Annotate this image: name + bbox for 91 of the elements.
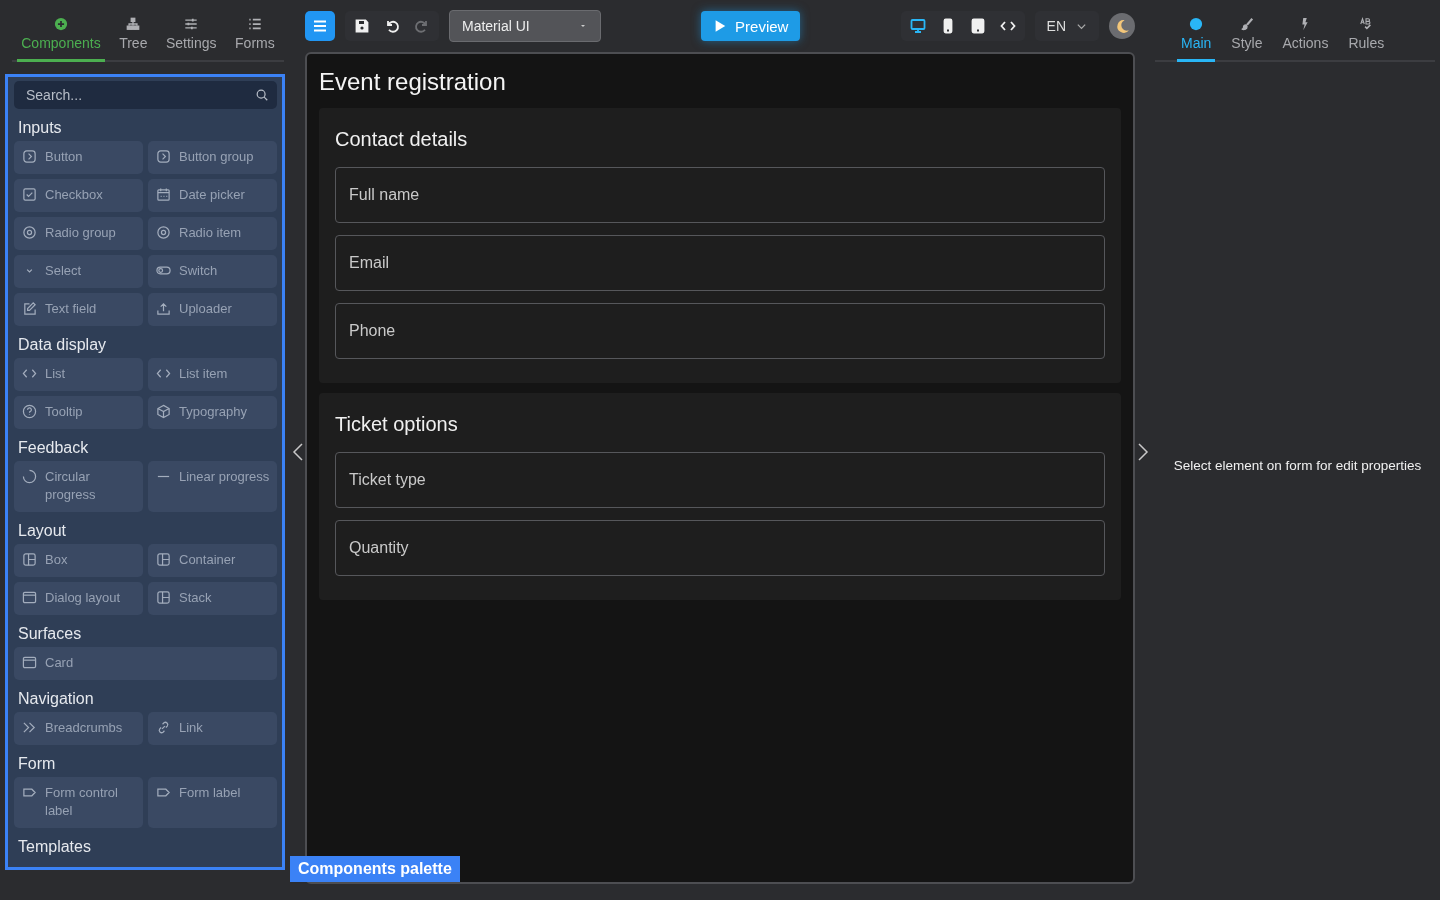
component-item[interactable]: Checkbox: [14, 179, 143, 212]
component-item[interactable]: Dialog layout: [14, 582, 143, 615]
double-chevron-icon: [22, 720, 37, 735]
text-field[interactable]: Email: [335, 235, 1105, 291]
component-item[interactable]: Select: [14, 255, 143, 288]
section-title: Contact details: [335, 128, 469, 151]
expand-right-icon[interactable]: [1136, 442, 1149, 462]
sliders-icon: [184, 16, 199, 31]
component-item[interactable]: Box: [14, 544, 143, 577]
help-icon: [22, 404, 37, 419]
panel-tab[interactable]: Rules: [1344, 0, 1389, 62]
section-title: Ticket options: [335, 413, 459, 436]
link-icon: [156, 720, 171, 735]
panel-tab[interactable]: Settings: [161, 0, 221, 62]
component-item[interactable]: Typography: [148, 396, 277, 429]
group-title: Surfaces: [18, 625, 83, 643]
undo-icon: [384, 18, 400, 34]
search-icon: [255, 88, 269, 102]
text-field[interactable]: Phone: [335, 303, 1105, 359]
tree-icon: [126, 16, 141, 31]
window-icon: [22, 590, 37, 605]
check-icon: [22, 187, 37, 202]
library-select[interactable]: Material UI: [449, 10, 601, 42]
component-item[interactable]: List: [14, 358, 143, 391]
redo-icon: [414, 18, 430, 34]
component-item[interactable]: Stack: [148, 582, 277, 615]
form-title: Event registration: [319, 68, 507, 96]
spinner-icon: [22, 469, 37, 484]
panel-tab[interactable]: Main: [1177, 0, 1216, 62]
text-field[interactable]: Ticket type: [335, 452, 1105, 508]
component-item[interactable]: Switch: [148, 255, 277, 288]
menu-button[interactable]: [305, 11, 335, 41]
component-item[interactable]: Radio item: [148, 217, 277, 250]
component-item[interactable]: Form control label: [14, 777, 143, 828]
calendar-icon: [156, 187, 171, 202]
radio-icon: [22, 225, 37, 240]
panel-tab[interactable]: Actions: [1278, 0, 1333, 62]
pencil-icon: [22, 301, 37, 316]
group-title: Form: [18, 755, 57, 773]
group-title: Feedback: [18, 439, 90, 457]
component-item[interactable]: Date picker: [148, 179, 277, 212]
component-item[interactable]: Button group: [148, 141, 277, 174]
component-item[interactable]: Link: [148, 712, 277, 745]
component-item[interactable]: Linear progress: [148, 461, 277, 512]
menu-icon: [312, 18, 328, 34]
panel-tab[interactable]: Style: [1227, 0, 1267, 62]
spell-icon: [1359, 16, 1374, 31]
search-field[interactable]: Search...: [14, 81, 277, 109]
plus-icon: [53, 16, 68, 31]
save-icon: [354, 18, 370, 34]
group-title: Templates: [18, 838, 92, 856]
grid-icon: [22, 552, 37, 567]
component-item[interactable]: Breadcrumbs: [14, 712, 143, 745]
component-item[interactable]: List item: [148, 358, 277, 391]
theme-toggle[interactable]: [1109, 13, 1135, 39]
cube-icon: [156, 404, 171, 419]
grid-icon: [156, 552, 171, 567]
language-select[interactable]: EN: [1034, 11, 1099, 41]
component-item[interactable]: Button: [14, 141, 143, 174]
palette-label: Components palette: [290, 856, 460, 882]
properties-hint: Select element on form for edit properties: [1173, 457, 1422, 473]
chevron-icon: [22, 149, 37, 164]
component-item[interactable]: Container: [148, 544, 277, 577]
panel-tab[interactable]: Tree: [115, 0, 152, 62]
dot-icon: [1189, 16, 1204, 31]
component-item[interactable]: Card: [14, 647, 277, 680]
upload-icon: [156, 301, 171, 316]
collapse-left-icon[interactable]: [291, 442, 304, 462]
group-title: Data display: [18, 336, 108, 354]
component-item[interactable]: Form label: [148, 777, 277, 828]
list-icon: [247, 16, 262, 31]
group-title: Navigation: [18, 690, 95, 708]
preview-button[interactable]: Preview: [701, 11, 801, 41]
text-field[interactable]: Quantity: [335, 520, 1105, 576]
group-title: Layout: [18, 522, 68, 540]
component-item[interactable]: Uploader: [148, 293, 277, 326]
panel-tab[interactable]: Components: [17, 0, 105, 62]
component-item[interactable]: Circular progress: [14, 461, 143, 512]
component-item[interactable]: Tooltip: [14, 396, 143, 429]
window-icon: [22, 655, 37, 670]
tablet-icon: [969, 18, 986, 34]
desktop-icon: [909, 18, 926, 34]
chevron-icon: [156, 149, 171, 164]
panel-tab[interactable]: Forms: [231, 0, 279, 62]
radio-icon: [156, 225, 171, 240]
grid-icon: [156, 590, 171, 605]
group-title: Inputs: [18, 119, 63, 137]
component-item[interactable]: Radio group: [14, 217, 143, 250]
brush-icon: [1239, 16, 1254, 31]
component-item[interactable]: Text field: [14, 293, 143, 326]
text-field[interactable]: Full name: [335, 167, 1105, 223]
